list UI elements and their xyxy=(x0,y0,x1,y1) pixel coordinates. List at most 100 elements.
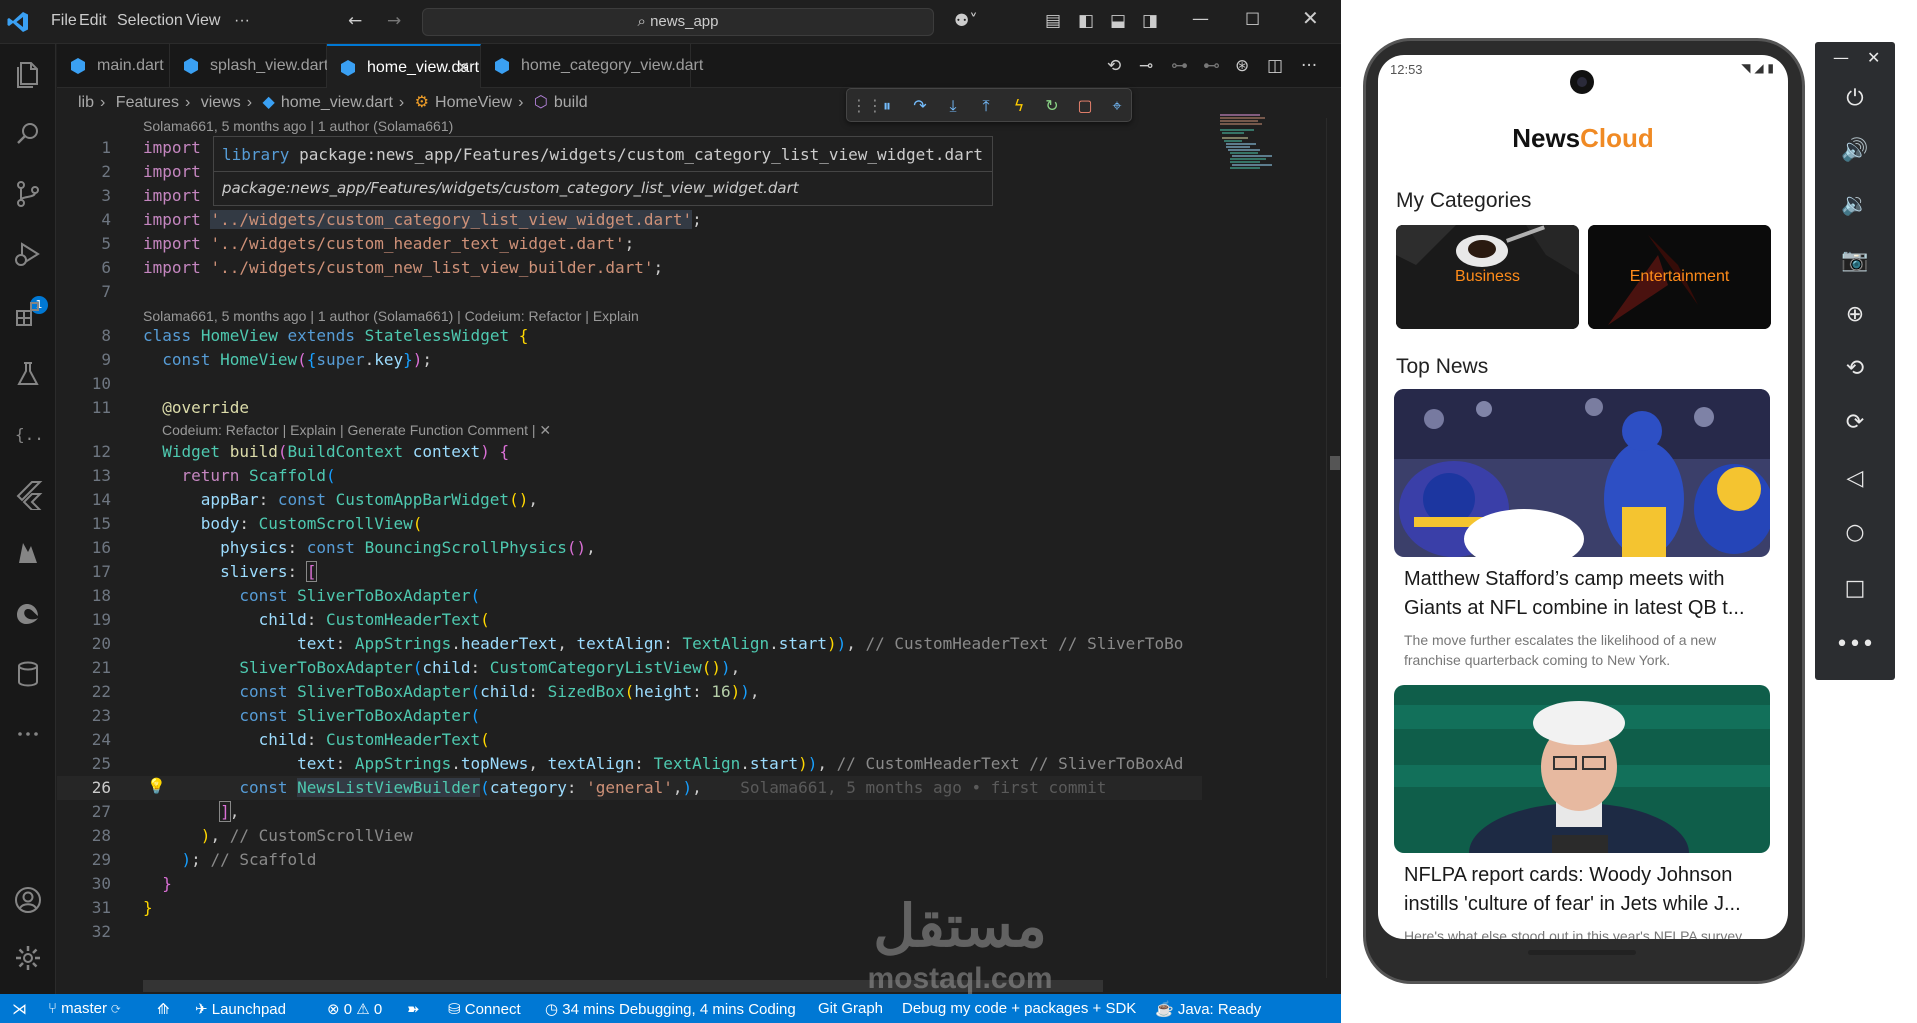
tab-main-dart[interactable]: main.dart xyxy=(57,44,170,88)
search-icon: ⌕ xyxy=(637,13,651,30)
breadcrumb-views[interactable]: views xyxy=(201,94,241,111)
tab-home-view[interactable]: home_view.dart ✕ xyxy=(327,44,481,88)
forward-arrow-icon[interactable]: → xyxy=(387,11,401,31)
gesture-home-indicator[interactable] xyxy=(1528,950,1636,955)
back-icon[interactable]: ◁ xyxy=(1815,466,1895,492)
step-out-icon[interactable]: ⤒ xyxy=(976,96,996,116)
menu-selection[interactable]: Selection xyxy=(117,12,183,30)
rotate-left-icon[interactable]: ⟲ xyxy=(1815,356,1895,382)
widget-inspector-icon[interactable]: ⌖ xyxy=(1107,96,1127,116)
emu-close-icon[interactable]: ✕ xyxy=(1867,48,1880,67)
copilot-icon[interactable]: ⚉˅ xyxy=(954,11,978,31)
news-title-1[interactable]: Matthew Stafford’s camp meets with Giant… xyxy=(1404,565,1764,623)
branch-status[interactable]: ⑂ master ⟳ xyxy=(48,1000,120,1017)
flutter-icon[interactable] xyxy=(12,478,44,511)
breadcrumb-features[interactable]: Features xyxy=(116,94,179,111)
launchpad-status[interactable]: ✈ Launchpad xyxy=(195,1000,286,1018)
hot-reload-icon[interactable]: ϟ xyxy=(1009,96,1029,116)
edge-icon[interactable] xyxy=(12,598,44,630)
zoom-icon[interactable]: ⊕ xyxy=(1815,302,1895,328)
lightbulb-icon[interactable]: 💡 xyxy=(147,777,166,795)
maximize-icon[interactable]: ☐ xyxy=(1245,10,1260,30)
category-card-entertainment[interactable]: Entertainment xyxy=(1588,225,1771,329)
git-compare-icon[interactable]: ⊛ xyxy=(1235,56,1249,76)
rotate-right-icon[interactable]: ⟳ xyxy=(1815,410,1895,436)
step-over-icon[interactable]: ↷ xyxy=(910,96,930,116)
testing-icon[interactable] xyxy=(12,358,44,390)
run-icon[interactable]: ➽ xyxy=(407,1000,420,1018)
breadcrumb-class[interactable]: HomeView xyxy=(435,94,512,111)
wakatime-status[interactable]: ◷ 34 mins Debugging, 4 mins Coding xyxy=(545,1000,796,1018)
breadcrumb-file[interactable]: home_view.dart xyxy=(281,94,393,111)
tab-splash-view[interactable]: splash_view.dart xyxy=(170,44,328,88)
news-image-2[interactable] xyxy=(1394,685,1770,853)
codelens-method[interactable]: Codeium: Refactor | Explain | Generate F… xyxy=(162,420,551,440)
phone-screen[interactable]: 12:53 ◥ ◢ ▮ NewsCloud My Categories Busi… xyxy=(1378,55,1788,939)
emu-minimize-icon[interactable]: — xyxy=(1833,48,1849,67)
news-image-1[interactable] xyxy=(1394,389,1770,557)
split-editor-icon[interactable]: ◫ xyxy=(1267,56,1283,76)
more-options-icon[interactable]: ••• xyxy=(1815,632,1895,658)
accounts-icon[interactable] xyxy=(12,884,44,916)
java-status[interactable]: ☕ Java: Ready xyxy=(1155,1000,1261,1018)
tab-home-category-view[interactable]: home_category_view.dart xyxy=(481,44,703,88)
stop-icon[interactable]: ▢ xyxy=(1075,96,1095,116)
breadcrumb-lib[interactable]: lib xyxy=(78,94,94,111)
database-icon[interactable] xyxy=(12,658,44,690)
menu-edit[interactable]: Edit xyxy=(79,12,107,30)
drag-handle-icon[interactable]: ⋮⋮ xyxy=(851,96,883,116)
overview-icon[interactable]: □ xyxy=(1815,576,1895,602)
minimap[interactable] xyxy=(1212,112,1282,182)
firebase-icon[interactable] xyxy=(12,538,44,570)
git-commit-icon[interactable]: ⊶ xyxy=(1171,56,1188,76)
camera-cutout xyxy=(1570,70,1594,94)
more-views-icon[interactable] xyxy=(12,718,44,750)
home-icon[interactable]: ○ xyxy=(1815,520,1895,546)
codelens-blame[interactable]: Solama661, 5 months ago | 1 author (Sola… xyxy=(143,116,453,136)
source-control-icon[interactable] xyxy=(12,178,44,210)
code-editor[interactable]: Solama661, 5 months ago | 1 author (Sola… xyxy=(57,118,1202,978)
breadcrumb-method[interactable]: build xyxy=(554,94,588,111)
step-into-icon[interactable]: ⤓ xyxy=(943,96,963,116)
restart-icon[interactable]: ↻ xyxy=(1042,96,1062,116)
power-icon[interactable]: ⏻ xyxy=(1815,86,1895,112)
minimize-icon[interactable]: — xyxy=(1192,9,1209,29)
problems-status[interactable]: ⊗ 0 ⚠ 0 xyxy=(327,1000,382,1018)
category-card-business[interactable]: Business xyxy=(1396,225,1579,329)
timeline-icon[interactable]: ⟲ xyxy=(1107,56,1121,76)
remote-icon[interactable]: ⋊ xyxy=(12,1000,27,1018)
menu-more[interactable]: ··· xyxy=(234,12,250,30)
menu-file[interactable]: File xyxy=(51,12,77,30)
toggle-primary-sidebar-icon[interactable]: ◧ xyxy=(1078,11,1094,31)
customize-layout-icon[interactable]: ▤ xyxy=(1045,11,1061,31)
back-arrow-icon[interactable]: ← xyxy=(348,11,362,31)
more-actions-icon[interactable]: ··· xyxy=(1301,56,1317,76)
my-categories-heading: My Categories xyxy=(1396,189,1532,212)
go-back-change-icon[interactable]: ⊸ xyxy=(1139,56,1153,76)
connect-status[interactable]: ⛁ Connect xyxy=(448,1000,521,1018)
command-center-search[interactable]: ⌕ news_app xyxy=(422,8,934,36)
status-bar: ⋊ ⑂ master ⟳ ⟰ ✈ Launchpad ⊗ 0 ⚠ 0 ➽ ⛁ C… xyxy=(0,994,1341,1023)
extensions-icon[interactable] xyxy=(12,298,44,330)
next-change-icon[interactable]: ⊷ xyxy=(1203,56,1220,76)
vertical-scrollbar[interactable] xyxy=(1326,118,1340,978)
git-sync-icon[interactable]: ⟰ xyxy=(157,1000,170,1018)
pause-icon[interactable]: ⏸ xyxy=(877,96,897,116)
volume-up-icon[interactable]: 🔊 xyxy=(1815,138,1895,164)
close-window-icon[interactable]: ✕ xyxy=(1302,8,1319,28)
toggle-panel-icon[interactable]: ⬓ xyxy=(1110,11,1126,31)
scrollbar-thumb[interactable] xyxy=(1330,456,1340,470)
json-braces-icon[interactable]: {..} xyxy=(12,418,54,450)
menu-view[interactable]: View xyxy=(186,12,220,30)
news-title-2[interactable]: NFLPA report cards: Woody Johnson instil… xyxy=(1404,861,1764,919)
settings-gear-icon[interactable] xyxy=(12,942,44,974)
watermark-arabic: مستقل xyxy=(873,892,1047,960)
volume-down-icon[interactable]: 🔉 xyxy=(1815,192,1895,218)
explorer-icon[interactable] xyxy=(12,58,44,90)
search-sidebar-icon[interactable] xyxy=(12,118,44,150)
run-debug-icon[interactable] xyxy=(12,238,44,270)
camera-screenshot-icon[interactable]: 📷 xyxy=(1815,248,1895,274)
close-tab-icon[interactable]: ✕ xyxy=(457,58,470,78)
codelens-class[interactable]: Solama661, 5 months ago | 1 author (Sola… xyxy=(143,306,639,326)
toggle-secondary-sidebar-icon[interactable]: ◨ xyxy=(1142,11,1158,31)
